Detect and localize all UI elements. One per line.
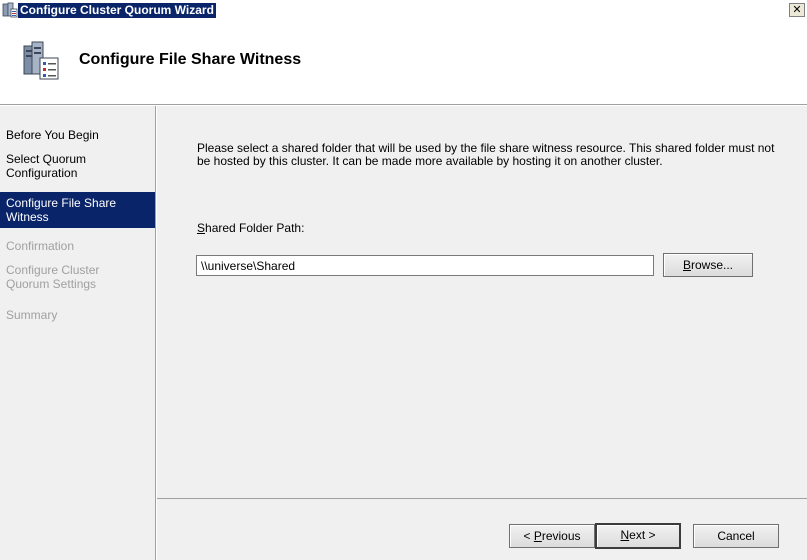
window-title: Configure Cluster Quorum Wizard [18, 3, 216, 18]
page-title: Configure File Share Witness [79, 51, 302, 68]
wizard-content: Please select a shared folder that will … [157, 106, 807, 498]
previous-prefix: < [523, 529, 534, 543]
access-key-s: S [197, 221, 206, 235]
nav-step-configure-settings: Configure Cluster Quorum Settings [6, 263, 100, 291]
nav-step-file-share-witness[interactable]: Configure File Share Witness [0, 192, 155, 228]
nav-step-summary: Summary [6, 308, 58, 322]
access-key-b: B [682, 258, 691, 272]
wizard-steps-nav: Before You Begin Select Quorum Configura… [0, 106, 156, 560]
cancel-button[interactable]: Cancel [693, 524, 779, 548]
instructions-text: Please select a shared folder that will … [197, 141, 775, 168]
shared-folder-path-input[interactable] [196, 255, 654, 276]
previous-button[interactable]: < Previous [509, 524, 595, 548]
title-bar: Configure Cluster Quorum Wizard ✕ [0, 0, 807, 20]
cluster-app-icon [2, 2, 18, 18]
wizard-header: Configure File Share Witness [0, 20, 807, 105]
cluster-server-icon [23, 41, 59, 80]
browse-label: rowse... [691, 258, 734, 272]
close-button[interactable]: ✕ [789, 3, 805, 17]
nav-step-select-quorum[interactable]: Select Quorum Configuration [0, 152, 120, 180]
access-key-n: N [620, 528, 630, 542]
nav-step-confirmation: Confirmation [6, 239, 75, 253]
shared-folder-label-text: hared Folder Path: [205, 221, 305, 235]
shared-folder-label: Shared Folder Path: [197, 221, 304, 235]
wizard-window: Configure Cluster Quorum Wizard ✕ Config… [0, 0, 807, 560]
access-key-p: P [533, 529, 542, 543]
browse-button[interactable]: Browse... [663, 253, 753, 277]
wizard-footer: < Previous Next > Cancel [157, 498, 807, 560]
next-label: ext > [629, 528, 656, 542]
next-button[interactable]: Next > [595, 523, 681, 549]
nav-step-before-you-begin[interactable]: Before You Begin [0, 128, 155, 142]
previous-label: revious [541, 529, 581, 543]
